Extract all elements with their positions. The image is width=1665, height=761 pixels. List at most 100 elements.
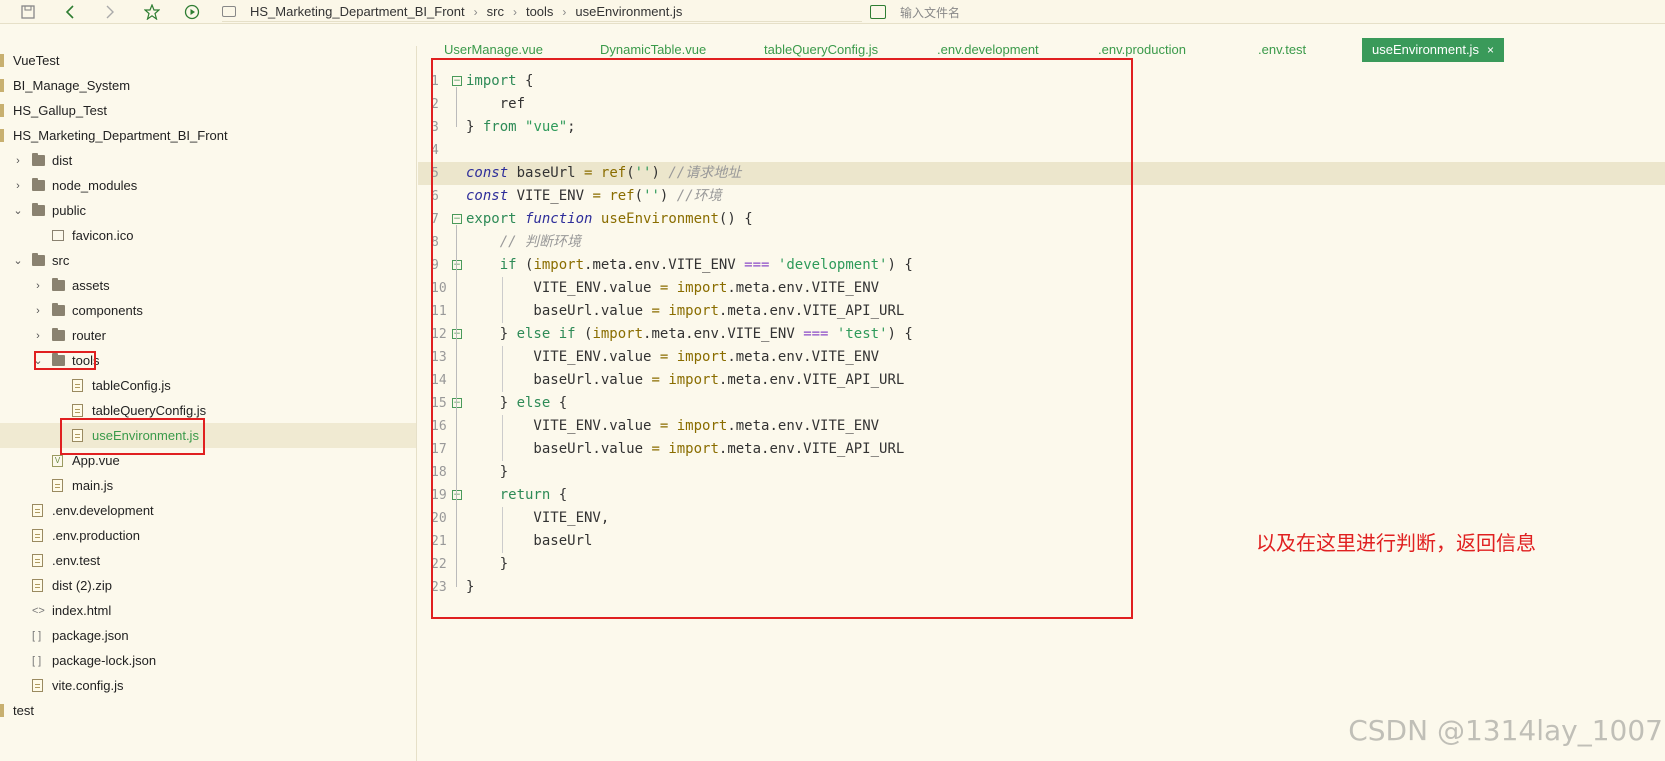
- chevron-right-icon[interactable]: ›: [33, 330, 43, 342]
- sidebar-item-label: assets: [72, 278, 110, 293]
- sidebar-item-label: components: [72, 303, 143, 318]
- sidebar-item[interactable]: .env.test: [0, 548, 416, 573]
- sidebar-item-label: dist (2).zip: [52, 578, 112, 593]
- sidebar-item-label: test: [13, 703, 34, 718]
- project-icon: [0, 79, 4, 92]
- sidebar-item-label: package.json: [52, 628, 129, 643]
- breadcrumb-item[interactable]: src: [487, 4, 504, 19]
- sidebar-item-label: dist: [52, 153, 73, 168]
- sidebar-item[interactable]: vite.config.js: [0, 673, 416, 698]
- project-icon: [0, 54, 4, 67]
- sidebar-item[interactable]: dist (2).zip: [0, 573, 416, 598]
- folder-icon: [52, 303, 65, 316]
- html-file-icon: <>: [32, 605, 45, 617]
- sidebar-item-label: tableConfig.js: [92, 378, 171, 393]
- chevron-right-icon: ›: [562, 4, 567, 19]
- sidebar-item-label: .env.production: [52, 528, 140, 543]
- sidebar-item[interactable]: ⌄ src: [0, 248, 416, 273]
- sidebar-item[interactable]: .env.development: [0, 498, 416, 523]
- sidebar-item[interactable]: [ ] package.json: [0, 623, 416, 648]
- sidebar-item-label: App.vue: [72, 453, 120, 468]
- sidebar-item[interactable]: test: [0, 698, 416, 723]
- sidebar-item-label: node_modules: [52, 178, 138, 193]
- sidebar-item-label: vite.config.js: [52, 678, 124, 693]
- save-icon[interactable]: [18, 2, 38, 22]
- json-file-icon: [ ]: [32, 655, 42, 667]
- chevron-down-icon[interactable]: ⌄: [13, 254, 23, 267]
- editor-tab[interactable]: .env.test: [1258, 38, 1306, 62]
- chevron-right-icon[interactable]: ›: [33, 280, 43, 292]
- folder-icon: [32, 203, 45, 216]
- chevron-down-icon[interactable]: ⌄: [13, 204, 23, 217]
- sidebar-item[interactable]: › dist: [0, 148, 416, 173]
- tab-label: .env.development: [937, 42, 1039, 57]
- breadcrumb-item[interactable]: tools: [526, 4, 553, 19]
- close-icon[interactable]: ×: [1487, 43, 1494, 57]
- tab-label: .env.test: [1258, 42, 1307, 57]
- tab-label: useEnvironment.js: [1372, 42, 1479, 57]
- sidebar-item-label: BI_Manage_System: [13, 78, 131, 93]
- sidebar-item[interactable]: <> index.html: [0, 598, 416, 623]
- vue-file-icon: V: [52, 454, 63, 467]
- sidebar-item[interactable]: BI_Manage_System: [0, 73, 416, 98]
- editor-tab[interactable]: useEnvironment.js ×: [1362, 38, 1504, 62]
- sidebar-item[interactable]: › router: [0, 323, 416, 348]
- sidebar-item[interactable]: HS_Gallup_Test: [0, 98, 416, 123]
- project-icon: [0, 104, 4, 117]
- tab-label: DynamicTable.vue: [600, 42, 707, 57]
- chevron-right-icon[interactable]: ›: [33, 305, 43, 317]
- highlight-box-code: [431, 58, 1133, 619]
- folder-icon: [52, 278, 65, 291]
- breadcrumb-item[interactable]: HS_Marketing_Department_BI_Front: [250, 4, 465, 19]
- back-icon[interactable]: [60, 2, 80, 22]
- sidebar-item-label: tableQueryConfig.js: [92, 403, 207, 418]
- sidebar-item-label: VueTest: [13, 53, 60, 68]
- sidebar-item[interactable]: main.js: [0, 473, 416, 498]
- star-icon[interactable]: [142, 2, 162, 22]
- sidebar-item[interactable]: › assets: [0, 273, 416, 298]
- folder-icon: [52, 328, 65, 341]
- forward-icon[interactable]: [100, 2, 120, 22]
- tab-label: tableQueryConfig.js: [764, 42, 879, 57]
- breadcrumb-item[interactable]: useEnvironment.js: [575, 4, 682, 19]
- run-icon[interactable]: [182, 2, 202, 22]
- file-search-icon: [870, 5, 886, 19]
- file-file-icon: [32, 529, 43, 542]
- chevron-right-icon: ›: [473, 4, 478, 19]
- sidebar-item[interactable]: .env.production: [0, 523, 416, 548]
- file-file-icon: [32, 554, 43, 567]
- sidebar-item-label: main.js: [72, 478, 114, 493]
- file-file-icon: [32, 579, 43, 592]
- sidebar-item[interactable]: tableConfig.js: [0, 373, 416, 398]
- chevron-right-icon[interactable]: ›: [13, 180, 23, 192]
- sidebar-item-label: package-lock.json: [52, 653, 157, 668]
- image-file-icon: [52, 230, 64, 241]
- sidebar-item[interactable]: › components: [0, 298, 416, 323]
- sidebar-item-label: public: [52, 203, 86, 218]
- file-file-icon: [32, 679, 43, 692]
- chevron-right-icon[interactable]: ›: [13, 155, 23, 167]
- sidebar-item[interactable]: [ ] package-lock.json: [0, 648, 416, 673]
- sidebar-item-label: .env.development: [52, 503, 154, 518]
- chevron-right-icon: ›: [512, 4, 517, 19]
- folder-icon: [222, 6, 236, 17]
- toolbar: HS_Marketing_Department_BI_Front › src ›…: [0, 0, 1665, 24]
- folder-icon: [32, 178, 45, 191]
- sidebar-item-label: index.html: [52, 603, 112, 618]
- sidebar-item[interactable]: favicon.ico: [0, 223, 416, 248]
- project-explorer: VueTest BI_Manage_System HS_Gallup_Test HS_…: [0, 46, 417, 761]
- sidebar-item[interactable]: HS_Marketing_Department_BI_Front: [0, 123, 416, 148]
- file-file-icon: [72, 404, 83, 417]
- sidebar-item-label: src: [52, 253, 70, 268]
- annotation-note: 以及在这里进行判断，返回信息: [1256, 531, 1536, 555]
- file-search-input[interactable]: 输入文件名: [870, 2, 1290, 22]
- file-file-icon: [32, 504, 43, 517]
- highlight-box-tools: [34, 351, 96, 370]
- file-file-icon: [72, 379, 83, 392]
- folder-icon: [32, 153, 45, 166]
- search-placeholder: 输入文件名: [900, 5, 961, 20]
- sidebar-item[interactable]: › node_modules: [0, 173, 416, 198]
- sidebar-item[interactable]: ⌄ public: [0, 198, 416, 223]
- sidebar-item[interactable]: VueTest: [0, 48, 416, 73]
- file-file-icon: [52, 479, 63, 492]
